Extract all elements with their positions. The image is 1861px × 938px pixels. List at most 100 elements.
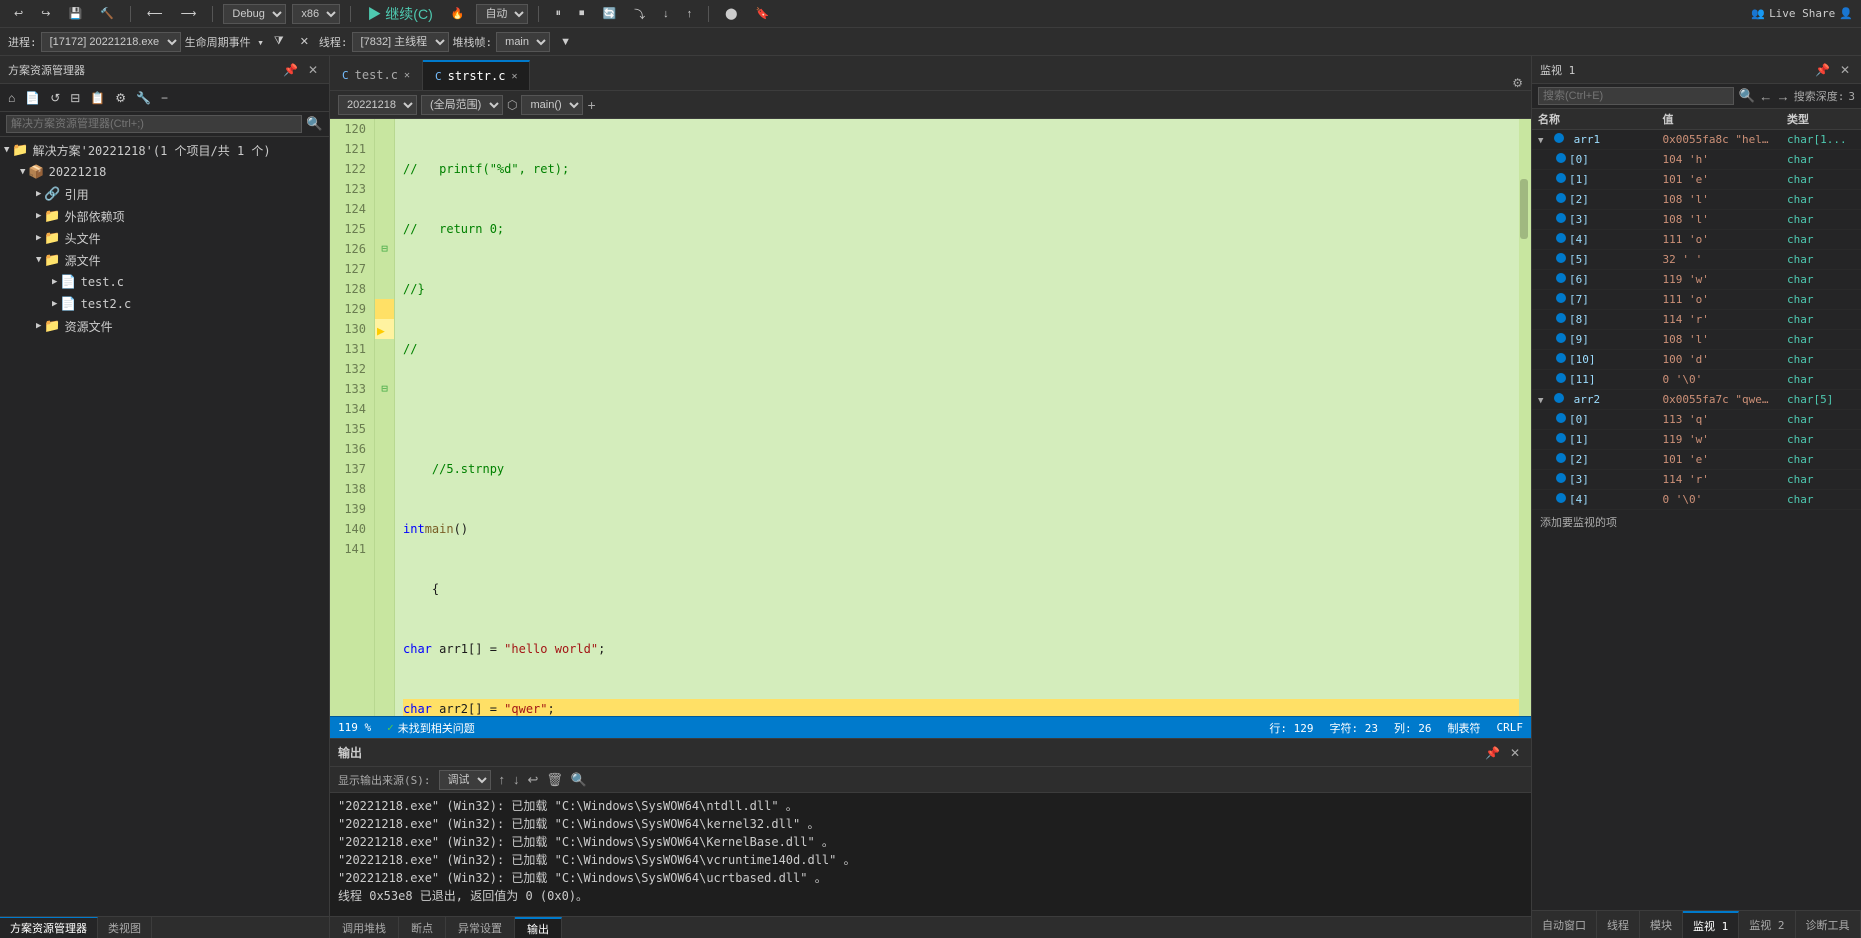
arr2-expand[interactable]: ▼ — [1538, 396, 1543, 406]
tab-callstack[interactable]: 调用堆栈 — [330, 917, 399, 938]
left-tab-solution[interactable]: 方案资源管理器 — [0, 917, 98, 938]
right-tab-auto[interactable]: 自动窗口 — [1532, 911, 1597, 938]
se-settings-btn[interactable]: ⚙ — [111, 89, 130, 107]
tab-testc[interactable]: C test.c ✕ — [330, 60, 423, 90]
left-tab-class[interactable]: 类视图 — [98, 917, 152, 938]
right-tab-thread[interactable]: 线程 — [1597, 911, 1640, 938]
watch-row-arr2-4[interactable]: [4] 0 '\0' char — [1532, 490, 1861, 510]
watch-row-arr1-10[interactable]: [10] 100 'd' char — [1532, 350, 1861, 370]
tab-breakpoints[interactable]: 断点 — [399, 917, 446, 938]
auto-dropdown[interactable]: 自动 — [476, 4, 528, 24]
watch-row-arr1-1[interactable]: [1] 101 'e' char — [1532, 170, 1861, 190]
editor-settings-btn[interactable]: ⚙ — [1504, 76, 1531, 90]
toolbar-back[interactable]: ⟵ — [141, 5, 169, 22]
tree-item-external-deps[interactable]: ▶ 📁 外部依赖项 — [0, 205, 329, 227]
code-content[interactable]: // printf("%d", ret); // return 0; //} /… — [395, 119, 1519, 716]
tree-item-headers[interactable]: ▶ 📁 头文件 — [0, 227, 329, 249]
watch-row-arr1-4[interactable]: [4] 111 'o' char — [1532, 230, 1861, 250]
watch-row-arr1-9[interactable]: [9] 108 'l' char — [1532, 330, 1861, 350]
solution-search-input[interactable] — [6, 115, 302, 133]
tree-item-resources[interactable]: ▶ 📁 资源文件 — [0, 315, 329, 337]
watch-nav-back-btn[interactable]: ← — [1759, 89, 1772, 104]
toolbar-step-into[interactable]: ↓ — [657, 6, 675, 22]
testc-arrow[interactable]: ▶ — [52, 277, 57, 287]
testc-tab-close[interactable]: ✕ — [404, 70, 410, 81]
se-wrench-btn[interactable]: 🔧 — [132, 89, 155, 107]
stack-dropdown[interactable]: main — [496, 32, 550, 52]
hot-reload-btn[interactable]: 🔥 — [445, 5, 471, 22]
pin-button[interactable]: 📌 — [280, 63, 301, 77]
output-scroll-up-btn[interactable]: ↑ — [499, 772, 506, 787]
editor-scrollbar[interactable] — [1519, 119, 1531, 716]
se-copy-btn[interactable]: 📋 — [86, 89, 109, 107]
toolbar-save[interactable]: 💾 — [62, 5, 88, 22]
watch-nav-fwd-btn[interactable]: → — [1776, 89, 1789, 104]
se-refresh-btn[interactable]: ↺ — [46, 89, 64, 107]
tree-item-testc[interactable]: ▶ 📄 test.c — [0, 271, 329, 293]
header-arrow[interactable]: ▶ — [36, 233, 41, 243]
watch-row-arr2-3[interactable]: [3] 114 'r' char — [1532, 470, 1861, 490]
toolbar-pause[interactable]: ⏸ — [549, 5, 567, 22]
output-close-btn[interactable]: ✕ — [1507, 746, 1523, 760]
watch-pin-btn[interactable]: 📌 — [1812, 63, 1833, 77]
source-arrow[interactable]: ▼ — [36, 255, 41, 265]
strstr-tab-close[interactable]: ✕ — [511, 71, 517, 82]
toolbar-step-over[interactable]: ⤵ — [628, 4, 651, 24]
watch-row-arr2[interactable]: ▼ arr2 0x0055fa7c "qwer" char[5] — [1532, 390, 1861, 410]
toolbar-undo[interactable]: ↩ — [8, 5, 29, 22]
function-dropdown[interactable]: main() — [521, 95, 583, 115]
output-wrap-btn[interactable]: ↩ — [528, 772, 539, 788]
watch-row-arr2-0[interactable]: [0] 113 'q' char — [1532, 410, 1861, 430]
toolbar-step-out[interactable]: ↑ — [681, 6, 699, 22]
arr1-expand[interactable]: ▼ — [1538, 136, 1543, 146]
project-arrow[interactable]: ▼ — [20, 167, 25, 177]
watch-row-arr1-0[interactable]: [0] 104 'h' char — [1532, 150, 1861, 170]
output-content[interactable]: "20221218.exe" (Win32): 已加载 "C:\Windows\… — [330, 793, 1531, 916]
watch-add-row[interactable]: 添加要监视的项 — [1532, 510, 1861, 534]
watch-row-arr1-2[interactable]: [2] 108 'l' char — [1532, 190, 1861, 210]
output-clear-btn[interactable]: 🗑 — [546, 772, 563, 788]
watch-row-arr1-3[interactable]: [3] 108 'l' char — [1532, 210, 1861, 230]
tree-item-source[interactable]: ▼ 📁 源文件 — [0, 249, 329, 271]
toolbar-bp[interactable]: ⬤ — [719, 5, 743, 22]
toolbar-bookmark[interactable]: 🔖 — [749, 5, 775, 22]
watch-row-arr2-1[interactable]: [1] 119 'w' char — [1532, 430, 1861, 450]
watch-row-arr2-2[interactable]: [2] 101 'e' char — [1532, 450, 1861, 470]
tree-item-test2c[interactable]: ▶ 📄 test2.c — [0, 293, 329, 315]
filter-btn[interactable]: ⧩ — [268, 33, 290, 50]
tree-item-project[interactable]: ▼ 📦 20221218 — [0, 161, 329, 183]
right-tab-watch2[interactable]: 监视 2 — [1739, 911, 1795, 938]
se-home-btn[interactable]: ⌂ — [4, 89, 19, 107]
tab-strstr[interactable]: C strstr.c ✕ — [423, 60, 530, 90]
toolbar-forward[interactable]: ⟶ — [175, 5, 203, 22]
arch-dropdown[interactable]: x86 — [292, 4, 340, 24]
output-find-btn[interactable]: 🔍 — [571, 772, 587, 788]
tab-exceptions[interactable]: 异常设置 — [446, 917, 515, 938]
thread-dropdown[interactable]: [7832] 主线程 — [352, 32, 449, 52]
live-share-label[interactable]: Live Share — [1769, 7, 1835, 20]
output-pin-btn[interactable]: 📌 — [1482, 746, 1503, 760]
right-tab-watch1[interactable]: 监视 1 — [1683, 911, 1739, 938]
se-collapse-btn[interactable]: ⊟ — [66, 89, 84, 107]
solution-arrow[interactable]: ▼ — [4, 145, 9, 155]
right-tab-module[interactable]: 模块 — [1640, 911, 1683, 938]
filter-clear-btn[interactable]: ✕ — [294, 33, 315, 50]
toolbar-build[interactable]: 🔨 — [94, 5, 120, 22]
tab-output[interactable]: 输出 — [515, 917, 562, 938]
continue-button[interactable]: ▶ 继续(C) — [361, 2, 438, 26]
ref-arrow[interactable]: ▶ — [36, 189, 41, 199]
add-watch-btn[interactable]: + — [587, 97, 595, 113]
watch-row-arr1-7[interactable]: [7] 111 'o' char — [1532, 290, 1861, 310]
process-dropdown[interactable]: [17172] 20221218.exe — [41, 32, 181, 52]
right-tab-diag[interactable]: 诊断工具 — [1796, 911, 1861, 938]
debug-mode-dropdown[interactable]: Debug — [223, 4, 286, 24]
scrollbar-thumb[interactable] — [1520, 179, 1528, 239]
search-go-btn[interactable]: 🔍 — [306, 116, 323, 132]
watch-row-arr1-5[interactable]: [5] 32 ' ' char — [1532, 250, 1861, 270]
output-source-select[interactable]: 调试 — [439, 770, 491, 790]
output-scroll-down-btn[interactable]: ↓ — [513, 772, 520, 787]
res-arrow[interactable]: ▶ — [36, 321, 41, 331]
scope-dropdown[interactable]: 20221218 — [338, 95, 417, 115]
toolbar-redo[interactable]: ↪ — [35, 5, 56, 22]
toolbar-stop[interactable]: ⏹ — [573, 5, 591, 22]
